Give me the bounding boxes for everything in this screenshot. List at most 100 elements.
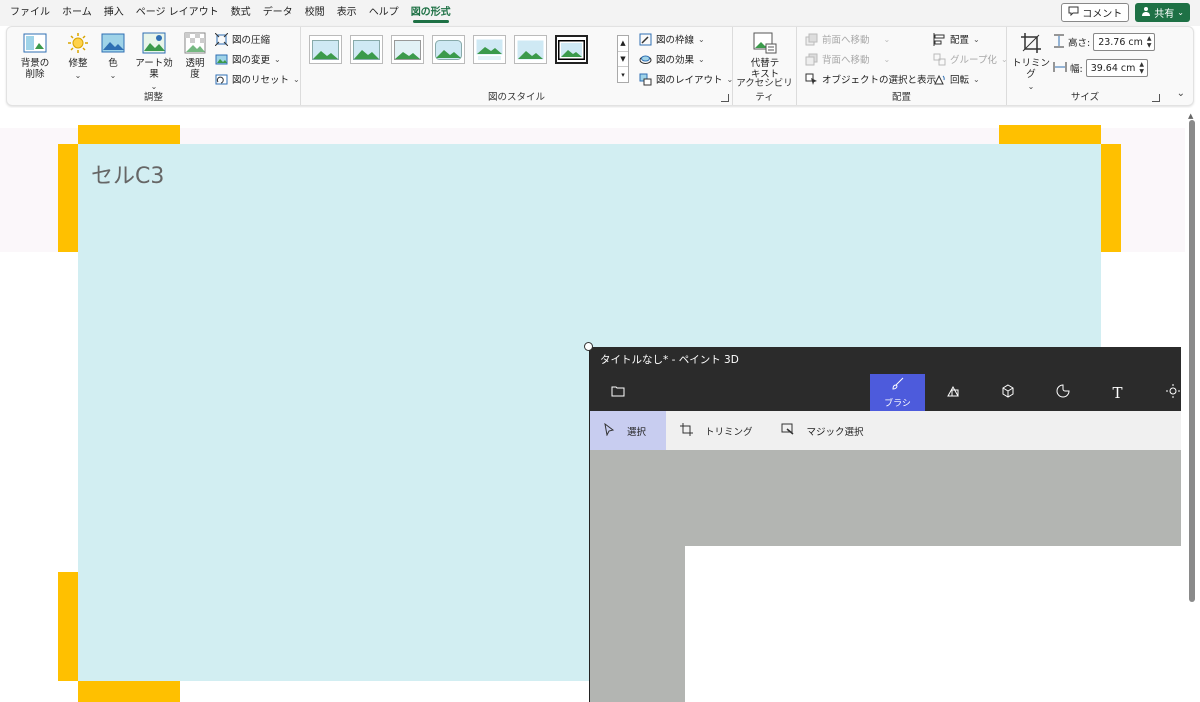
transparency-button[interactable]: 透明 度: [181, 31, 209, 80]
vertical-scrollbar[interactable]: ▲: [1187, 112, 1197, 702]
tab-page-layout[interactable]: ページ レイアウト: [130, 0, 225, 26]
paint3d-effects-tool[interactable]: [1145, 374, 1181, 411]
paint3d-2d-shapes-tool[interactable]: [925, 374, 980, 411]
selection-pane-button[interactable]: オブジェクトの選択と表示: [805, 70, 936, 88]
picture-text: セルC3: [91, 164, 165, 189]
tab-data[interactable]: データ: [257, 0, 299, 26]
artistic-effects-button[interactable]: アート効果 ⌄: [131, 31, 177, 92]
chevron-down-icon: ⌄: [698, 34, 705, 44]
rotation-handle[interactable]: [584, 342, 593, 351]
crop-handle-left-bottom[interactable]: [58, 572, 78, 681]
collapse-ribbon-icon[interactable]: ⌄: [1177, 88, 1185, 99]
paint3d-select-button[interactable]: 選択: [590, 411, 666, 450]
rotate-button[interactable]: 回転 ⌄: [933, 70, 980, 88]
align-label: 配置: [950, 35, 970, 46]
corrections-button[interactable]: 修整 ⌄: [63, 31, 93, 81]
select-label: 選択: [627, 426, 647, 438]
compress-pictures-button[interactable]: 図の圧縮: [215, 30, 270, 48]
crop-handle-right-top[interactable]: [1101, 144, 1121, 252]
crop-handle-bottom-left[interactable]: [78, 681, 180, 702]
crop-handle-left-top[interactable]: [58, 144, 78, 252]
remove-background-label-2: 削除: [25, 69, 45, 80]
group-picture-styles-label: 図のスタイル: [487, 92, 545, 103]
spin-arrows-icon[interactable]: ▲ ▼: [1137, 61, 1147, 75]
share-button[interactable]: 共有 ⌄: [1135, 3, 1190, 22]
crop-icon: [680, 422, 693, 439]
change-picture-icon: [215, 53, 228, 66]
chevron-down-icon: ⌄: [973, 34, 980, 44]
spin-arrows-icon[interactable]: ▲ ▼: [1144, 35, 1154, 49]
tab-formulas[interactable]: 数式: [225, 0, 257, 26]
picture-style-4[interactable]: [432, 35, 465, 64]
paint3d-menu-button[interactable]: [590, 374, 645, 411]
crop-handle-top-right[interactable]: [999, 125, 1101, 144]
group-accessibility: 代替テ キスト アクセシビリティ: [733, 27, 797, 105]
chevron-down-icon: ⌄: [973, 74, 980, 84]
picture-style-3[interactable]: [391, 35, 424, 64]
tab-file[interactable]: ファイル: [4, 0, 56, 26]
align-button[interactable]: 配置 ⌄: [933, 30, 980, 48]
share-label: 共有: [1154, 9, 1175, 20]
group-icon: [933, 53, 946, 66]
effects-icon: [639, 53, 652, 66]
sun-icon: [65, 31, 91, 55]
send-backward-label: 背面へ移動: [822, 55, 870, 66]
tab-picture-format[interactable]: 図の形式: [405, 0, 457, 26]
tab-home[interactable]: ホーム: [56, 0, 98, 26]
scroll-up-icon[interactable]: ▲: [1188, 112, 1193, 120]
group-button[interactable]: グループ化 ⌄: [933, 50, 1008, 68]
send-backward-icon: [805, 53, 818, 66]
scrollbar-thumb[interactable]: [1189, 120, 1195, 602]
paint3d-text-tool[interactable]: T: [1090, 374, 1145, 411]
paint3d-stickers-tool[interactable]: [1035, 374, 1090, 411]
tab-view[interactable]: 表示: [331, 0, 363, 26]
picture-style-7[interactable]: [555, 35, 588, 64]
crop-button[interactable]: トリミング ⌄: [1011, 31, 1051, 92]
height-icon: [1053, 34, 1065, 51]
crop-label: トリミング: [1011, 58, 1050, 80]
layout-icon: [639, 73, 652, 86]
paint3d-brush-tool[interactable]: ブラシ: [870, 374, 925, 411]
group-adjust: 背景の 削除 修整 ⌄ 色 ⌄ アート効果 ⌄ 透明 度 図の圧縮 図の変更 ⌄…: [7, 27, 301, 105]
comment-button[interactable]: コメント: [1061, 3, 1130, 22]
picture-effects-button[interactable]: 図の効果 ⌄: [639, 50, 705, 68]
send-backward-button[interactable]: 背面へ移動 ⌄: [805, 50, 890, 68]
tab-help[interactable]: ヘルプ: [363, 0, 405, 26]
paint-crop-label: トリミング: [705, 426, 753, 438]
height-input[interactable]: 23.76 cm ▲ ▼: [1093, 33, 1156, 51]
remove-background-button[interactable]: 背景の 削除: [15, 31, 55, 80]
artistic-effects-icon: [141, 31, 167, 55]
tab-review[interactable]: 校閲: [299, 0, 331, 26]
picture-border-button[interactable]: 図の枠線 ⌄: [639, 30, 705, 48]
tab-insert[interactable]: 挿入: [98, 0, 130, 26]
paint3d-magic-select-button[interactable]: マジック選択: [767, 411, 878, 450]
selection-pane-icon: [805, 73, 818, 86]
color-button[interactable]: 色 ⌄: [99, 31, 127, 81]
alt-text-button[interactable]: 代替テ キスト: [747, 31, 783, 80]
more-icon[interactable]: ▾: [618, 67, 628, 82]
bring-forward-button[interactable]: 前面へ移動 ⌄: [805, 30, 890, 48]
comment-icon: [1068, 6, 1079, 19]
paint3d-crop-button[interactable]: トリミング: [666, 411, 767, 450]
text-icon: T: [1112, 383, 1123, 402]
picture-style-5[interactable]: [473, 35, 506, 64]
dialog-launcher-icon[interactable]: [1152, 94, 1160, 102]
change-picture-button[interactable]: 図の変更 ⌄: [215, 50, 281, 68]
reset-picture-button[interactable]: 図のリセット ⌄: [215, 70, 300, 88]
paint3d-canvas[interactable]: [685, 546, 1181, 702]
picture-style-2[interactable]: [350, 35, 383, 64]
dialog-launcher-icon[interactable]: [721, 94, 729, 102]
paint3d-3d-shapes-tool[interactable]: [980, 374, 1035, 411]
width-input[interactable]: 39.64 cm ▲ ▼: [1085, 59, 1148, 77]
transparency-label-1: 透明: [185, 58, 205, 69]
picture-layout-label: 図のレイアウト: [656, 75, 723, 86]
picture-style-6[interactable]: [514, 35, 547, 64]
picture-color-icon: [100, 31, 126, 55]
crop-handle-top-left[interactable]: [78, 125, 180, 144]
paint3d-title: タイトルなし* - ペイント 3D: [590, 347, 1181, 374]
styles-gallery-scroll[interactable]: ▲ ▼ ▾: [617, 35, 629, 83]
picture-layout-button[interactable]: 図のレイアウト ⌄: [639, 70, 733, 88]
picture-style-1[interactable]: [309, 35, 342, 64]
chevron-up-icon[interactable]: ▲: [618, 36, 628, 52]
chevron-down-icon[interactable]: ▼: [618, 52, 628, 68]
